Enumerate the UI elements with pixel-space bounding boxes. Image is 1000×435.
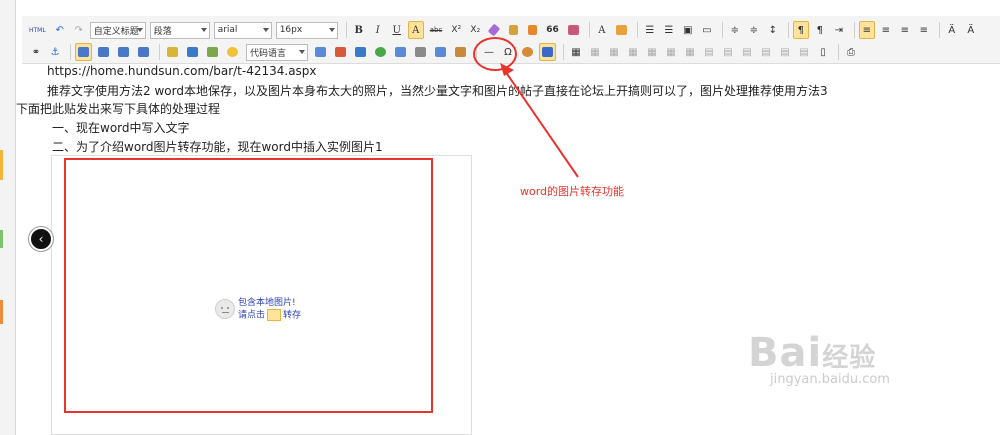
- annotation-label: word的图片转存功能: [520, 185, 625, 198]
- watermark-url: jingyan.baidu.com: [770, 372, 890, 387]
- baidu-jingyan-watermark: Bai经验 jingyan.baidu.com: [748, 330, 890, 387]
- watermark-logo: Bai经验: [748, 330, 877, 376]
- previous-arrow-button[interactable]: ‹: [29, 227, 53, 251]
